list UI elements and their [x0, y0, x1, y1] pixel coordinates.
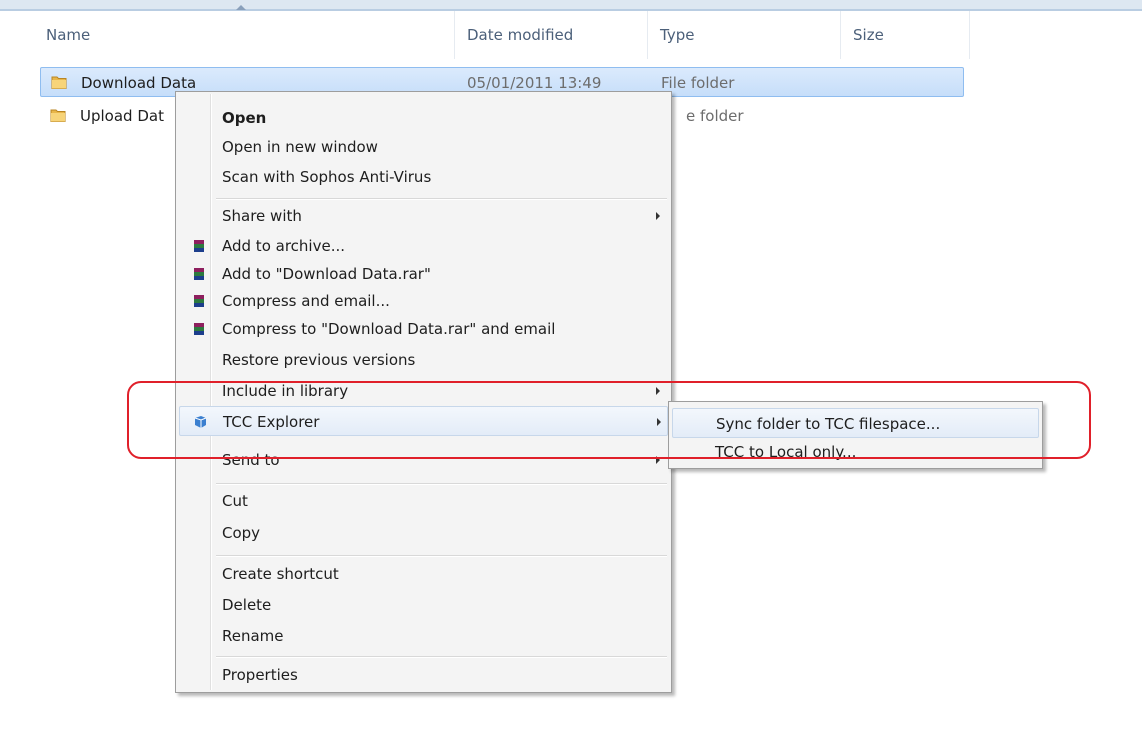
- menu-separator: [216, 555, 667, 557]
- menu-item-cut[interactable]: Cut: [179, 486, 668, 516]
- column-header-date-modified[interactable]: Date modified: [455, 11, 647, 59]
- column-header-row: Name Date modified Type Size: [0, 5, 1142, 59]
- menu-item-open-new-window[interactable]: Open in new window: [179, 132, 668, 162]
- winrar-icon: [194, 240, 204, 252]
- menu-item-compress-rar-and-email[interactable]: Compress to "Download Data.rar" and emai…: [179, 314, 668, 344]
- menu-item-add-to-archive[interactable]: Add to archive...: [179, 231, 668, 261]
- menu-item-scan-sophos[interactable]: Scan with Sophos Anti-Virus: [179, 162, 668, 192]
- submenu-arrow-icon: [656, 212, 660, 220]
- winrar-icon: [194, 268, 204, 280]
- menu-item-open[interactable]: Open: [179, 103, 668, 133]
- menu-item-rename[interactable]: Rename: [179, 621, 668, 651]
- winrar-icon: [194, 295, 204, 307]
- column-header-name[interactable]: Name: [34, 11, 454, 59]
- menu-item-delete[interactable]: Delete: [179, 590, 668, 620]
- column-header-type[interactable]: Type: [648, 11, 840, 59]
- file-type: e folder: [686, 107, 744, 125]
- menu-item-add-to-rar[interactable]: Add to "Download Data.rar": [179, 259, 668, 289]
- column-divider[interactable]: [969, 11, 970, 59]
- folder-icon: [51, 76, 67, 89]
- menu-item-properties[interactable]: Properties: [179, 660, 668, 690]
- menu-separator: [216, 656, 667, 658]
- menu-item-copy[interactable]: Copy: [179, 518, 668, 548]
- file-type: File folder: [661, 74, 735, 92]
- menu-separator: [216, 198, 667, 200]
- menu-item-create-shortcut[interactable]: Create shortcut: [179, 559, 668, 589]
- menu-item-restore-previous-versions[interactable]: Restore previous versions: [179, 345, 668, 375]
- file-name: Upload Dat: [80, 107, 164, 125]
- highlight-annotation-box: [127, 381, 1091, 459]
- menu-separator: [216, 483, 667, 485]
- column-header-size[interactable]: Size: [841, 11, 969, 59]
- menu-item-compress-and-email[interactable]: Compress and email...: [179, 286, 668, 316]
- winrar-icon: [194, 323, 204, 335]
- sort-ascending-icon: [236, 5, 246, 10]
- menu-item-share-with[interactable]: Share with: [179, 201, 668, 231]
- folder-icon: [50, 109, 66, 122]
- window-top-border: [0, 0, 1142, 9]
